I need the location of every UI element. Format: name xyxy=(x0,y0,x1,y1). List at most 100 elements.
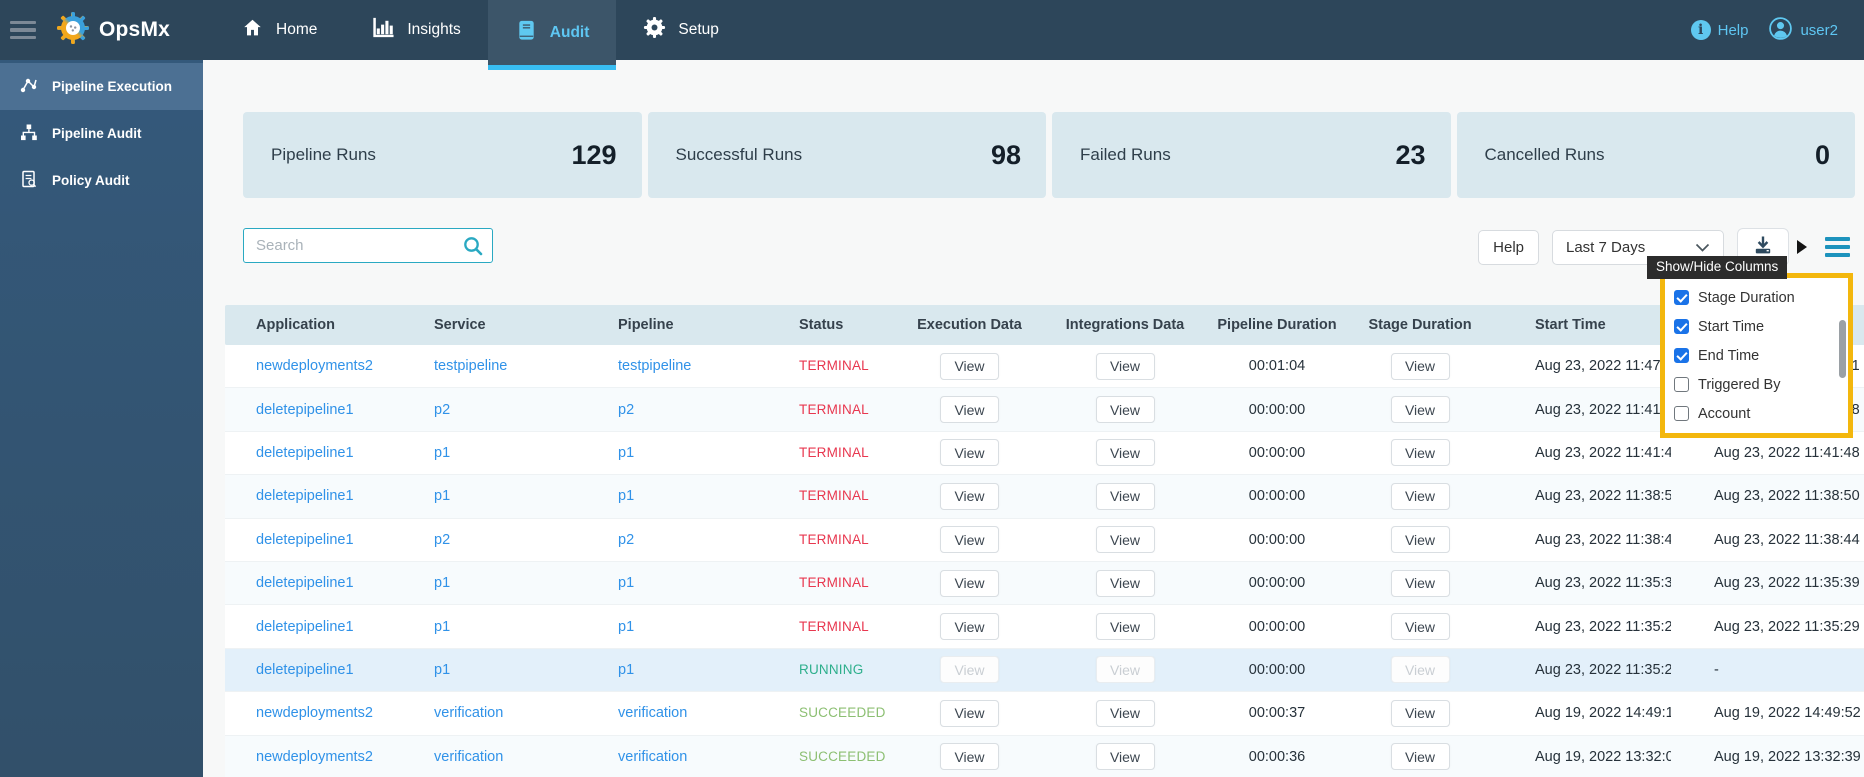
pipeline-link[interactable]: p2 xyxy=(618,402,634,418)
stage-duration-view-button[interactable]: View xyxy=(1390,569,1450,597)
application-link[interactable]: deletepipeline1 xyxy=(256,662,354,678)
stage-duration-view-button[interactable]: View xyxy=(1390,396,1450,424)
application-link[interactable]: newdeployments2 xyxy=(256,705,373,721)
column-toggle-option[interactable]: Triggered By xyxy=(1665,370,1848,399)
integrations-data-view-button[interactable]: View xyxy=(1095,569,1155,597)
column-checkbox[interactable] xyxy=(1674,348,1689,363)
search-icon[interactable] xyxy=(462,235,484,262)
pipeline-link[interactable]: p1 xyxy=(618,662,634,678)
search-input[interactable] xyxy=(243,228,493,263)
service-link[interactable]: verification xyxy=(434,749,503,765)
execution-data-view-button[interactable]: View xyxy=(940,569,999,597)
integrations-data-view-button[interactable]: View xyxy=(1095,743,1155,771)
service-link[interactable]: p1 xyxy=(434,488,450,504)
pipeline-link[interactable]: p1 xyxy=(618,488,634,504)
application-link[interactable]: deletepipeline1 xyxy=(256,532,354,548)
end-time-value: - xyxy=(1714,661,1719,678)
stage-duration-view-button[interactable]: View xyxy=(1390,482,1450,510)
show-hide-columns-button[interactable] xyxy=(1825,237,1850,257)
pipeline-link[interactable]: verification xyxy=(618,749,687,765)
service-link[interactable]: p2 xyxy=(434,402,450,418)
execution-data-view-button[interactable]: View xyxy=(940,482,999,510)
application-link[interactable]: newdeployments2 xyxy=(256,358,373,374)
summary-card: Cancelled Runs 0 xyxy=(1456,112,1855,198)
sidebar-item-pipeline-execution[interactable]: Pipeline Execution xyxy=(0,63,203,110)
menu-scrollbar-thumb[interactable] xyxy=(1839,320,1846,378)
application-link[interactable]: deletepipeline1 xyxy=(256,402,354,418)
service-link[interactable]: p1 xyxy=(434,619,450,635)
integrations-data-view-button[interactable]: View xyxy=(1095,482,1155,510)
column-checkbox[interactable] xyxy=(1674,406,1689,421)
column-checkbox[interactable] xyxy=(1674,319,1689,334)
start-time-value: Aug 23, 2022 11:47:57 xyxy=(1535,358,1671,375)
integrations-data-view-button[interactable]: View xyxy=(1095,656,1155,684)
help-menu[interactable]: Help xyxy=(1690,20,1748,40)
column-option-label: Triggered By xyxy=(1698,376,1781,393)
integrations-data-view-button[interactable]: View xyxy=(1095,439,1155,467)
execution-data-view-button[interactable]: View xyxy=(940,396,999,424)
application-link[interactable]: deletepipeline1 xyxy=(256,445,354,461)
pipeline-link[interactable]: p1 xyxy=(618,445,634,461)
column-checkbox[interactable] xyxy=(1674,290,1689,305)
column-header-execution-data: Execution Data xyxy=(917,317,1022,333)
execution-data-view-button[interactable]: View xyxy=(940,656,999,684)
card-label: Successful Runs xyxy=(675,145,803,164)
stage-duration-view-button[interactable]: View xyxy=(1390,439,1450,467)
integrations-data-view-button[interactable]: View xyxy=(1095,526,1155,554)
execution-data-view-button[interactable]: View xyxy=(940,352,999,380)
integrations-data-view-button[interactable]: View xyxy=(1095,396,1155,424)
service-link[interactable]: p1 xyxy=(434,575,450,591)
sidebar-item-policy-audit[interactable]: Policy Audit xyxy=(0,157,203,204)
nav-tab-audit[interactable]: Audit xyxy=(487,0,617,70)
stage-duration-view-button[interactable]: View xyxy=(1390,352,1450,380)
info-icon xyxy=(1690,20,1711,40)
column-toggle-option[interactable]: End Time xyxy=(1665,341,1848,370)
stage-duration-view-button[interactable]: View xyxy=(1390,526,1450,554)
user-menu[interactable]: user2 xyxy=(1768,16,1838,45)
card-value: 129 xyxy=(571,139,617,170)
nav-hamburger-icon[interactable] xyxy=(10,20,36,40)
service-link[interactable]: verification xyxy=(434,705,503,721)
nav-tab-insights[interactable]: Insights xyxy=(344,0,487,60)
column-toggle-option[interactable]: Start Time xyxy=(1665,312,1848,341)
table-help-button[interactable]: Help xyxy=(1478,229,1539,265)
integrations-data-view-button[interactable]: View xyxy=(1095,699,1155,727)
execution-data-view-button[interactable]: View xyxy=(940,743,999,771)
execution-data-view-button[interactable]: View xyxy=(940,613,999,641)
pipeline-link[interactable]: p2 xyxy=(618,532,634,548)
stage-duration-view-button[interactable]: View xyxy=(1390,743,1450,771)
column-checkbox[interactable] xyxy=(1674,377,1689,392)
status-label: TERMINAL xyxy=(799,575,869,591)
table-body: newdeployments2 testpipeline testpipelin… xyxy=(225,345,1864,777)
service-link[interactable]: p1 xyxy=(434,662,450,678)
execution-data-view-button[interactable]: View xyxy=(940,439,999,467)
nav-tab-setup[interactable]: Setup xyxy=(616,0,746,60)
caret-right-icon[interactable] xyxy=(1797,240,1807,254)
pipeline-link[interactable]: p1 xyxy=(618,575,634,591)
pipeline-link[interactable]: p1 xyxy=(618,619,634,635)
stage-duration-view-button[interactable]: View xyxy=(1390,613,1450,641)
sidebar-item-pipeline-audit[interactable]: Pipeline Audit xyxy=(0,110,203,157)
application-link[interactable]: deletepipeline1 xyxy=(256,575,354,591)
execution-data-view-button[interactable]: View xyxy=(940,526,999,554)
nav-tab-home[interactable]: Home xyxy=(214,0,344,60)
stage-duration-view-button[interactable]: View xyxy=(1390,699,1450,727)
application-link[interactable]: deletepipeline1 xyxy=(256,619,354,635)
column-toggle-option[interactable]: Stage Duration xyxy=(1665,283,1848,312)
column-header-stage-duration: Stage Duration xyxy=(1368,317,1472,333)
service-link[interactable]: testpipeline xyxy=(434,358,507,374)
execution-data-view-button[interactable]: View xyxy=(940,699,999,727)
service-link[interactable]: p2 xyxy=(434,532,450,548)
column-toggle-option[interactable]: Account xyxy=(1665,399,1848,428)
pipeline-link[interactable]: testpipeline xyxy=(618,358,691,374)
application-link[interactable]: deletepipeline1 xyxy=(256,488,354,504)
pipeline-link[interactable]: verification xyxy=(618,705,687,721)
service-link[interactable]: p1 xyxy=(434,445,450,461)
integrations-data-view-button[interactable]: View xyxy=(1095,352,1155,380)
brand-logo[interactable]: OpsMx xyxy=(56,11,170,50)
stage-duration-view-button[interactable]: View xyxy=(1390,656,1450,684)
application-link[interactable]: newdeployments2 xyxy=(256,749,373,765)
start-time-value: Aug 23, 2022 11:38:50 xyxy=(1535,488,1671,505)
integrations-data-view-button[interactable]: View xyxy=(1095,613,1155,641)
status-label: SUCCEEDED xyxy=(799,748,886,764)
